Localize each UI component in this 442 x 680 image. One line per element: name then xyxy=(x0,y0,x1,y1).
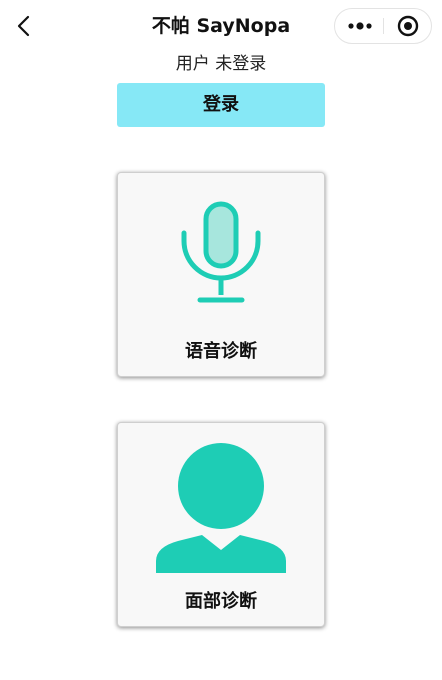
microphone-icon xyxy=(181,201,261,303)
user-status: 用户 未登录 xyxy=(0,52,442,76)
user-silhouette-icon xyxy=(156,443,286,573)
navbar: 不帕 SayNopa xyxy=(0,0,442,52)
face-diagnosis-card[interactable]: 面部诊断 xyxy=(117,422,325,627)
face-diagnosis-label: 面部诊断 xyxy=(185,591,257,612)
voice-diagnosis-label: 语音诊断 xyxy=(185,341,257,362)
more-button[interactable] xyxy=(335,9,384,43)
user-label: 用户 xyxy=(175,54,210,74)
voice-diagnosis-card[interactable]: 语音诊断 xyxy=(117,172,325,377)
back-button[interactable] xyxy=(8,10,40,42)
more-dots-icon xyxy=(348,22,372,30)
mini-program-capsule xyxy=(334,8,432,44)
page: 不帕 SayNopa 用户 未登录 登录 语音诊断 面部诊断 xyxy=(0,0,442,680)
login-button[interactable]: 登录 xyxy=(117,83,325,127)
target-circle-icon xyxy=(397,15,419,37)
close-miniprogram-button[interactable] xyxy=(384,9,431,43)
login-status: 未登录 xyxy=(215,54,267,74)
chevron-left-icon xyxy=(17,15,30,37)
